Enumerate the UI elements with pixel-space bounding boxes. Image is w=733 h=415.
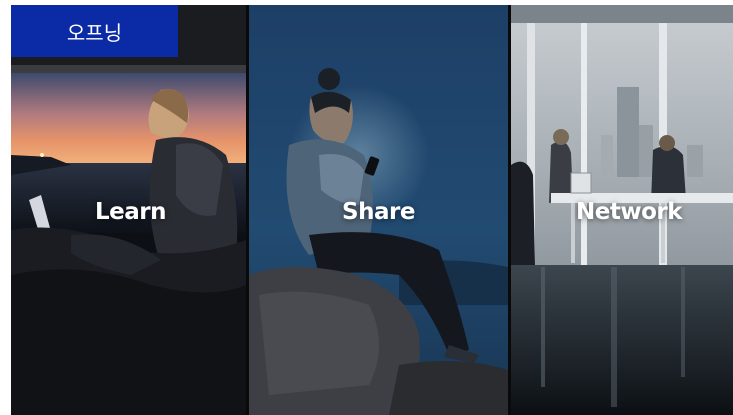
panel-label-learn: Learn <box>95 199 167 225</box>
learn-panel: Learn <box>11 5 246 415</box>
network-panel: Network <box>511 5 733 415</box>
panel-label-network: Network <box>575 199 683 225</box>
video-frame: Learn Share Network 오프닝 <box>0 0 733 415</box>
panel-label-share: Share <box>342 199 415 225</box>
opening-tag: 오프닝 <box>11 5 178 57</box>
left-border <box>0 0 11 415</box>
top-border <box>0 0 733 5</box>
share-panel: Share <box>249 5 508 415</box>
